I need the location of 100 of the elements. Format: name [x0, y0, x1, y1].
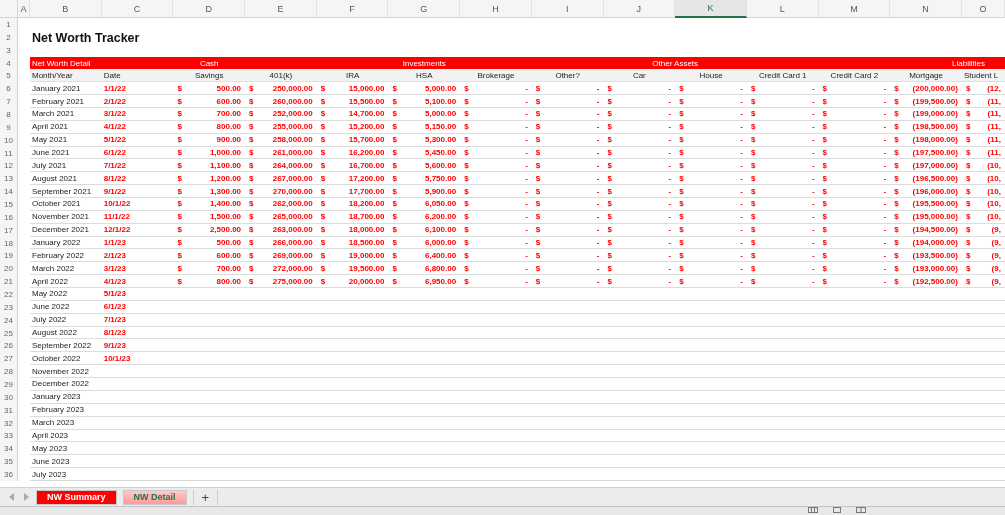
currency-sign: $ [894, 122, 899, 132]
currency-sign: $ [177, 173, 182, 183]
add-sheet-button[interactable]: + [192, 489, 219, 505]
amount-text: (197,000.00) [912, 160, 958, 170]
amount-text: (197,500.00) [912, 148, 958, 157]
currency-sign: $ [177, 225, 182, 235]
amount-text: 252,000.00 [272, 109, 313, 119]
column-header[interactable]: D [173, 0, 246, 18]
amount-text: (9, [991, 225, 1001, 235]
column-header[interactable]: M [818, 0, 891, 18]
page-layout-icon[interactable] [832, 507, 842, 513]
amount-text: (11, [987, 122, 1001, 132]
column-header[interactable]: G [388, 0, 461, 18]
currency-sign: $ [965, 148, 971, 157]
currency-sign: $ [607, 160, 612, 170]
amount-text: 700.00 [216, 263, 242, 273]
currency-sign: $ [607, 96, 612, 106]
table-cell: April 2023 [30, 429, 102, 443]
amount-text: - [668, 212, 672, 222]
table-cell: 6/1/23 [101, 300, 174, 314]
currency-sign: $ [249, 109, 254, 119]
currency-sign: $ [607, 122, 612, 132]
column-header[interactable]: N [890, 0, 962, 18]
currency-sign: $ [750, 148, 756, 157]
currency-sign: $ [822, 160, 827, 170]
currency-sign: $ [464, 173, 469, 183]
row-number: 14 [0, 185, 18, 199]
amount-text: 5,750.00 [425, 173, 457, 183]
amount-text: 263,000.00 [272, 225, 313, 235]
currency-sign: $ [392, 212, 397, 222]
amount-text: - [596, 199, 600, 209]
currency-sign: $ [392, 276, 397, 286]
sheet-tab[interactable]: NW Detail [122, 489, 187, 505]
currency-sign: $ [464, 250, 469, 260]
row-number: 34 [0, 442, 18, 456]
column-header[interactable]: O [961, 0, 1005, 18]
group-header-cell: Liabilities [746, 56, 1005, 70]
table-cell: March 2022 [30, 262, 102, 276]
currency-sign: $ [464, 109, 469, 119]
currency-sign: $ [177, 160, 182, 170]
currency-sign: $ [894, 250, 899, 260]
currency-sign: $ [249, 96, 254, 106]
currency-sign: $ [392, 109, 397, 119]
previous-sheet-icon[interactable] [8, 493, 16, 501]
amount-text: 500.00 [216, 238, 242, 248]
amount-text: 272,000.00 [272, 263, 313, 273]
amount-text: - [740, 148, 743, 157]
amount-text: 800.00 [216, 276, 242, 286]
currency-sign: $ [750, 199, 756, 209]
currency-sign: $ [679, 148, 684, 157]
currency-sign: $ [679, 173, 684, 183]
column-header[interactable]: H [460, 0, 532, 18]
amount-text: (198,500.00) [912, 122, 958, 132]
amount-text: (196,000.00) [912, 186, 958, 196]
currency-sign: $ [320, 160, 326, 170]
table-cell: June 2023 [30, 455, 102, 469]
column-header[interactable]: I [531, 0, 604, 18]
currency-sign: $ [249, 276, 254, 286]
column-header[interactable]: C [101, 0, 174, 18]
amount-text: - [525, 199, 528, 209]
currency-sign: $ [822, 263, 827, 273]
currency-sign: $ [822, 276, 827, 286]
table-cell: February 2021 [30, 95, 102, 108]
amount-text: (12, [987, 83, 1001, 93]
currency-sign: $ [607, 186, 612, 196]
currency-sign: $ [320, 96, 326, 106]
row-number: 36 [0, 468, 18, 481]
column-header[interactable]: L [746, 0, 819, 18]
currency-sign: $ [750, 122, 756, 132]
amount-text: - [668, 199, 672, 209]
currency-sign: $ [392, 250, 397, 260]
table-cell: October 2021 [30, 198, 102, 211]
column-header[interactable]: E [245, 0, 317, 18]
currency-sign: $ [679, 212, 684, 222]
amount-text: 15,700.00 [348, 135, 385, 145]
amount-text: - [525, 263, 528, 273]
column-header[interactable]: F [316, 0, 389, 18]
column-header[interactable]: K [675, 0, 747, 18]
currency-sign: $ [249, 212, 254, 222]
column-header[interactable]: J [603, 0, 676, 18]
amount-text: - [811, 148, 815, 157]
currency-sign: $ [965, 109, 971, 119]
table-cell: November 2022 [30, 365, 102, 379]
normal-view-icon[interactable] [808, 507, 818, 513]
table-cell: 3/1/23 [101, 262, 174, 276]
amount-text: 17,200.00 [348, 173, 385, 183]
amount-text: - [525, 225, 528, 235]
page-break-icon[interactable] [856, 507, 866, 513]
sheet-tab[interactable]: NW Summary [36, 489, 117, 505]
currency-sign: $ [894, 238, 899, 248]
row-number: 22 [0, 288, 18, 301]
table-cell: 9/1/23 [101, 339, 174, 353]
column-header[interactable]: B [30, 0, 102, 18]
currency-sign: $ [750, 109, 756, 119]
next-sheet-icon[interactable] [22, 493, 30, 501]
table-cell: January 2022 [30, 236, 102, 250]
table-cell: December 2021 [30, 223, 102, 237]
column-header[interactable]: A [18, 0, 30, 18]
amount-text: - [525, 186, 528, 196]
column-heading-cell: IRA [316, 69, 389, 83]
